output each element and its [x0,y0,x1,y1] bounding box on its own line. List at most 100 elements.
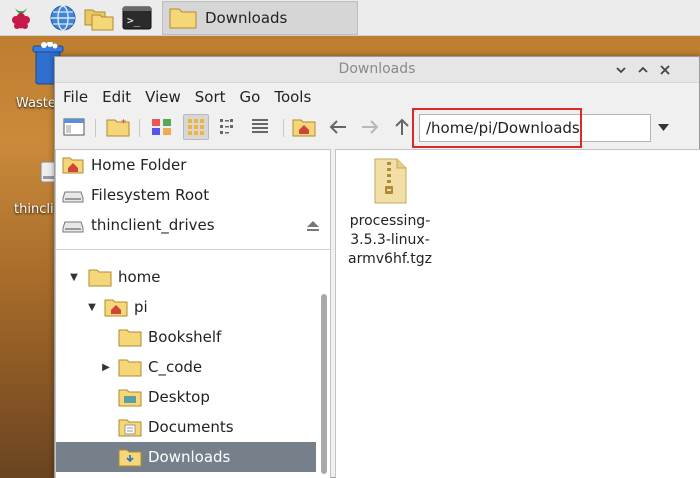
window-titlebar[interactable]: Downloads [55,57,699,83]
icon-view-icon [188,119,204,135]
menubar: File Edit View Sort Go Tools [55,83,699,111]
detailed-list-icon [252,119,268,133]
arrow-right-icon [362,120,379,134]
svg-text:*: * [121,118,126,129]
view-thumbnails-button[interactable] [149,114,175,140]
chevron-down-icon [616,67,626,74]
new-window-icon [63,118,85,136]
tree-scrollbar[interactable] [318,254,330,478]
tree-node-home[interactable]: ▼ home [56,262,316,292]
view-detailed-list-button[interactable] [247,114,273,140]
view-compact-button[interactable] [215,114,241,140]
home-folder-icon [62,157,84,174]
file-manager-launcher[interactable] [84,3,114,33]
new-window-button[interactable] [61,114,87,140]
file-manager-window: Downloads File Edit View Sort Go Tools * [54,56,700,478]
taskbar: >_ Downloads [0,0,700,36]
menu-view[interactable]: View [145,88,181,106]
menu-file[interactable]: File [63,88,88,106]
desktop-folder-icon [118,389,142,407]
drive-icon [62,221,84,233]
place-label: Filesystem Root [91,186,210,204]
close-icon [660,65,670,75]
places-list: Home Folder Filesystem Root thinclient_d… [56,150,330,250]
web-browser-launcher[interactable] [48,3,78,33]
tree-scrollbar-thumb[interactable] [321,294,327,474]
folder-icon [118,329,142,347]
path-input[interactable] [419,114,651,142]
tree-node-label: C_code [148,358,203,376]
folder-icon [169,8,197,29]
tree-node-label: Desktop [148,388,210,406]
tree-node-label: home [118,268,161,286]
menu-go[interactable]: Go [240,88,261,106]
terminal-launcher[interactable]: >_ [122,3,152,33]
eject-button[interactable] [306,218,320,236]
folders-icon [84,9,114,31]
window-title: Downloads [338,61,416,77]
tree-node-label: pi [134,298,148,316]
terminal-icon: >_ [122,6,152,30]
compact-list-icon [220,119,233,134]
home-button[interactable] [291,114,317,140]
folder-icon [118,359,142,377]
place-label: Home Folder [91,156,187,174]
archive-file-icon [374,158,407,204]
raspberry-icon [12,8,30,29]
documents-folder-icon [118,419,142,437]
tree-node-bookshelf[interactable]: Bookshelf [56,322,316,352]
place-home-folder[interactable]: Home Folder [56,150,330,180]
window-maximize-button[interactable] [633,60,653,80]
place-filesystem-root[interactable]: Filesystem Root [56,180,330,210]
expander-icon[interactable]: ▶ [100,362,112,373]
arrow-left-icon [329,120,346,134]
chevron-up-icon [638,66,648,73]
desktop-wastebasket-label: Waste [16,96,56,111]
up-button[interactable] [389,114,415,140]
file-item[interactable]: processing- 3.5.3-linux- armv6hf.tgz [342,158,438,269]
menu-sort[interactable]: Sort [195,88,226,106]
folder-icon [88,269,112,287]
tree-node-label: Bookshelf [148,328,222,346]
place-label: thinclient_drives [91,216,215,234]
toolbar: * [55,108,699,148]
thumbnails-icon [152,119,171,135]
globe-icon [50,5,76,31]
tree-node-downloads[interactable]: Downloads [56,442,316,472]
tree-node-documents[interactable]: Documents [56,412,316,442]
svg-text:>_: >_ [127,14,141,27]
file-name: processing- 3.5.3-linux- armv6hf.tgz [348,213,432,267]
path-history-dropdown[interactable] [655,119,671,135]
arrow-up-icon [395,118,409,135]
tree-node-c-code[interactable]: ▶ C_code [56,352,316,382]
file-pane: processing- 3.5.3-linux- armv6hf.tgz [335,149,700,478]
back-button[interactable] [325,114,351,140]
raspberry-menu-button[interactable] [6,3,36,33]
tree-node-desktop[interactable]: Desktop [56,382,316,412]
side-pane: Home Folder Filesystem Root thinclient_d… [55,149,331,478]
forward-button[interactable] [357,114,383,140]
window-menu-button[interactable] [611,60,631,80]
place-thinclient-drives[interactable]: thinclient_drives [56,210,330,240]
desktop-drive-label: thincli [14,202,54,217]
eject-icon [307,221,319,231]
dropdown-arrow-icon [657,123,669,131]
expander-icon[interactable]: ▼ [68,272,80,283]
directory-tree: ▼ home ▼ pi Bookshelf ▶ C_code Desktop D… [56,254,316,478]
window-close-button[interactable] [655,60,675,80]
view-icons-button[interactable] [183,114,209,140]
new-folder-icon: * [106,118,130,137]
new-folder-button[interactable]: * [105,114,131,140]
taskbar-task-downloads[interactable]: Downloads [162,1,358,35]
home-folder-icon [292,119,316,137]
home-folder-icon [104,299,128,317]
tree-node-pi[interactable]: ▼ pi [56,292,316,322]
expander-icon[interactable]: ▼ [86,302,98,313]
tree-node-label: Downloads [148,448,231,466]
downloads-folder-icon [118,449,142,467]
taskbar-task-label: Downloads [205,9,288,27]
window-content: Home Folder Filesystem Root thinclient_d… [55,149,700,478]
menu-edit[interactable]: Edit [102,88,131,106]
drive-icon [62,191,84,203]
menu-tools[interactable]: Tools [274,88,311,106]
